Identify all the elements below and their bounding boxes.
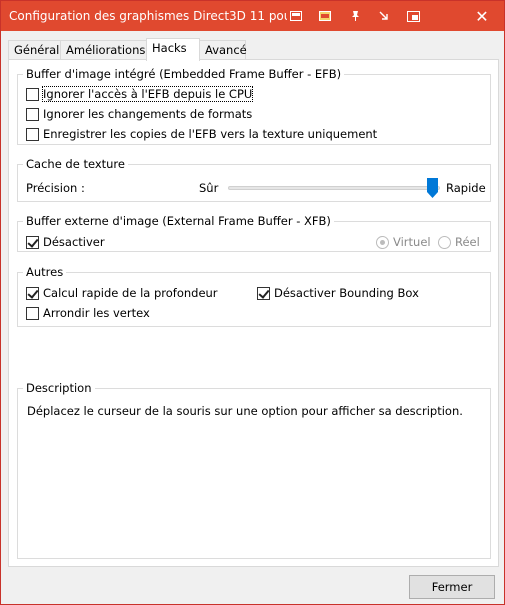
screenshot-icon[interactable] bbox=[287, 7, 305, 25]
minimize-arrow-icon[interactable] bbox=[375, 7, 393, 25]
checkbox[interactable] bbox=[26, 127, 39, 141]
close-button[interactable]: Fermer bbox=[409, 575, 495, 599]
efb-copies-to-texture[interactable]: Enregistrer les copies de l'EFB vers la … bbox=[26, 127, 377, 141]
checkbox-label: Ignorer l'accès à l'EFB depuis le CPU bbox=[41, 86, 254, 102]
efb-ignore-cpu-access[interactable]: Ignorer l'accès à l'EFB depuis le CPU bbox=[26, 86, 254, 102]
texture-cache-group: Cache de texture Précision : Sûr Rapide bbox=[17, 157, 491, 202]
hacks-panel: Buffer d'image intégré (Embedded Frame B… bbox=[8, 59, 499, 567]
window-overlay-icon[interactable] bbox=[404, 7, 422, 25]
radio-label: Virtuel bbox=[393, 235, 431, 249]
tab-ameliorations[interactable]: Améliorations bbox=[60, 40, 147, 60]
tab-avance[interactable]: Avancé bbox=[199, 40, 247, 60]
description-text: Déplacez le curseur de la souris sur une… bbox=[27, 404, 463, 418]
close-icon: ✕ bbox=[475, 6, 489, 26]
other-legend: Autres bbox=[23, 265, 67, 279]
xfb-legend: Buffer externe d'image (External Frame B… bbox=[23, 214, 334, 228]
window-mode-icon[interactable] bbox=[316, 7, 334, 25]
checkbox[interactable] bbox=[26, 306, 39, 320]
settings-window: Configuration des graphismes Direct3D 11… bbox=[0, 0, 505, 605]
radio-button[interactable] bbox=[438, 235, 451, 249]
tab-hacks[interactable]: Hacks bbox=[146, 38, 200, 61]
window-title: Configuration des graphismes Direct3D 11… bbox=[9, 9, 287, 23]
tab-general[interactable]: Général bbox=[8, 40, 61, 60]
checkbox-label: Enregistrer les copies de l'EFB vers la … bbox=[43, 127, 378, 141]
texture-cache-legend: Cache de texture bbox=[23, 157, 128, 171]
xfb-disable[interactable]: Désactiver bbox=[26, 235, 105, 249]
xfb-group: Buffer externe d'image (External Frame B… bbox=[17, 214, 491, 252]
safe-label: Sûr bbox=[199, 181, 219, 195]
slider-thumb[interactable] bbox=[427, 178, 438, 198]
description-group: Description Déplacez le curseur de la so… bbox=[17, 381, 491, 559]
fast-label: Rapide bbox=[446, 181, 486, 195]
round-vertices[interactable]: Arrondir les vertex bbox=[26, 306, 150, 320]
checkbox[interactable] bbox=[26, 286, 39, 300]
efb-legend: Buffer d'image intégré (Embedded Frame B… bbox=[23, 67, 345, 81]
title-bar: Configuration des graphismes Direct3D 11… bbox=[1, 1, 504, 31]
other-group: Autres Calcul rapide de la profondeur Dé… bbox=[17, 265, 491, 327]
precision-label: Précision : bbox=[26, 181, 85, 195]
checkbox-label: Désactiver Bounding Box bbox=[274, 286, 419, 300]
close-window-button[interactable]: ✕ bbox=[460, 1, 504, 31]
pin-icon[interactable] bbox=[346, 7, 364, 25]
radio-label: Réel bbox=[455, 235, 480, 249]
checkbox-label: Désactiver bbox=[43, 235, 105, 249]
xfb-virtual-radio[interactable]: Virtuel bbox=[376, 235, 431, 249]
description-legend: Description bbox=[23, 381, 95, 395]
disable-bounding-box[interactable]: Désactiver Bounding Box bbox=[257, 286, 419, 300]
checkbox-label: Arrondir les vertex bbox=[43, 306, 150, 320]
radio-button[interactable] bbox=[376, 235, 389, 249]
checkbox-label: Calcul rapide de la profondeur bbox=[43, 286, 218, 300]
checkbox[interactable] bbox=[257, 286, 270, 300]
efb-ignore-format-changes[interactable]: Ignorer les changements de formats bbox=[26, 107, 252, 121]
fast-depth-calculation[interactable]: Calcul rapide de la profondeur bbox=[26, 286, 218, 300]
checkbox[interactable] bbox=[26, 107, 39, 121]
texture-precision-slider[interactable] bbox=[228, 186, 440, 190]
checkbox[interactable] bbox=[26, 235, 39, 249]
checkbox[interactable] bbox=[26, 87, 39, 101]
xfb-real-radio[interactable]: Réel bbox=[438, 235, 480, 249]
checkbox-label: Ignorer les changements de formats bbox=[43, 107, 253, 121]
efb-group: Buffer d'image intégré (Embedded Frame B… bbox=[17, 67, 491, 145]
